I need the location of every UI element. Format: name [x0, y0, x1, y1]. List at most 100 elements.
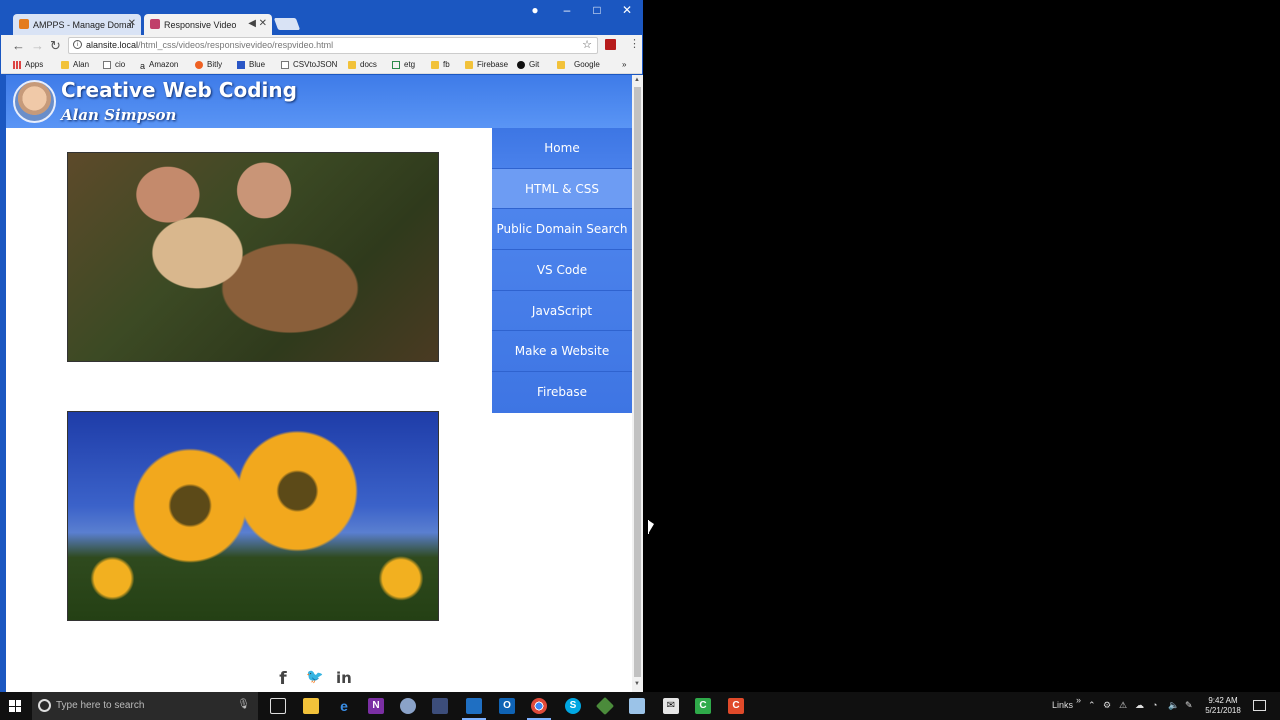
bookmark-apps[interactable]: Apps [13, 60, 43, 69]
bookmark-label: Amazon [149, 60, 179, 69]
mail-icon[interactable]: ✉ [663, 698, 679, 714]
bookmark-amazon[interactable]: a Amazon [140, 60, 179, 71]
info-icon[interactable]: i [73, 40, 82, 49]
minimize-button[interactable]: – [552, 3, 582, 17]
clock-date: 5/21/2018 [1205, 706, 1241, 715]
new-tab-button[interactable] [273, 18, 301, 30]
tab-responsive-video[interactable]: Responsive Video ◀ ✕ [144, 14, 272, 35]
page-viewport: Creative Web Coding Alan Simpson Home HT… [6, 75, 632, 692]
pdf-extension-icon[interactable] [605, 39, 616, 50]
nav-make-a-website[interactable]: Make a Website [492, 331, 632, 373]
bookmark-bitly[interactable]: Bitly [195, 60, 222, 69]
scroll-down-icon[interactable]: ▼ [634, 681, 640, 687]
close-tab-icon[interactable]: ✕ [128, 18, 136, 29]
site-favicon-icon [150, 19, 160, 29]
close-window-button[interactable]: ✕ [612, 3, 642, 17]
folder-icon [431, 60, 439, 69]
tray-expand-icon[interactable]: ⌃ [1088, 700, 1096, 711]
app-green-icon[interactable] [595, 696, 615, 716]
camtasia-green-icon[interactable]: C [695, 698, 711, 714]
social-links: f 🐦 in [276, 669, 352, 689]
wifi-icon[interactable]: ◔ [1152, 700, 1157, 710]
bookmark-cio[interactable]: cio [103, 60, 125, 69]
bookmark-google[interactable]: Google [557, 60, 600, 69]
app-light-blue-icon[interactable] [629, 698, 645, 714]
bookmark-star-icon[interactable]: ☆ [582, 38, 592, 51]
site-subtitle: Alan Simpson [61, 106, 177, 124]
outlook-icon[interactable]: O [499, 698, 515, 714]
taskbar-search[interactable]: Type here to search 🎙 [32, 692, 258, 720]
onedrive-icon[interactable]: ☁ [1135, 700, 1144, 711]
skype-icon[interactable]: S [565, 698, 581, 714]
windows-start-icon[interactable] [9, 700, 21, 712]
links-toolbar[interactable]: Links [1052, 700, 1073, 710]
back-arrow-icon[interactable]: ← [12, 38, 25, 53]
tray-network-off-icon[interactable]: ⚠ [1119, 700, 1127, 711]
scroll-thumb[interactable] [634, 87, 641, 677]
chrome-icon[interactable] [527, 698, 551, 720]
site-header: Creative Web Coding Alan Simpson [6, 75, 632, 128]
menu-kebab-icon[interactable]: ⋮ [629, 37, 640, 50]
maximize-button[interactable]: □ [582, 3, 612, 17]
bookmark-label: Bitly [207, 60, 223, 69]
sunflowers-image [67, 411, 439, 621]
avatar [13, 80, 56, 123]
edge-icon[interactable]: e [336, 698, 352, 714]
onenote-icon[interactable]: N [368, 698, 384, 714]
calculator-icon[interactable] [432, 698, 448, 714]
forward-arrow-icon[interactable]: → [31, 38, 44, 53]
close-tab-icon[interactable]: ✕ [259, 18, 267, 29]
apps-grid-icon [13, 60, 21, 69]
bookmark-csvtojson[interactable]: CSVtoJSON [281, 60, 337, 69]
bookmark-fb[interactable]: fb [431, 60, 450, 69]
nav-vs-code[interactable]: VS Code [492, 250, 632, 291]
bookmark-blue[interactable]: Blue [237, 60, 265, 69]
fawn-image [67, 152, 439, 362]
bookmark-label: fb [443, 60, 450, 69]
site-nav: Home HTML & CSS Public Domain Search VS … [492, 128, 632, 413]
profile-icon[interactable]: ● [520, 3, 550, 17]
site-title[interactable]: Creative Web Coding [61, 78, 297, 102]
twitter-icon[interactable]: 🐦 [306, 669, 323, 689]
bookmark-etg[interactable]: etg [392, 60, 415, 69]
links-overflow-icon[interactable]: » [1076, 695, 1081, 705]
task-view-icon[interactable] [270, 698, 286, 714]
bitly-icon [195, 60, 203, 69]
etg-icon [392, 60, 400, 69]
github-icon [517, 60, 525, 69]
bookmark-firebase[interactable]: Firebase [465, 60, 508, 69]
bookmark-git[interactable]: Git [517, 60, 539, 69]
page-scrollbar[interactable]: ▲ ▼ [632, 75, 643, 692]
nav-javascript[interactable]: JavaScript [492, 291, 632, 332]
file-explorer-icon[interactable] [303, 698, 319, 714]
scroll-up-icon[interactable]: ▲ [634, 77, 640, 83]
bookmarks-overflow-button[interactable]: » [622, 60, 626, 69]
reload-icon[interactable]: ↻ [50, 38, 61, 54]
camtasia-red-icon[interactable]: C [728, 698, 744, 714]
clock[interactable]: 9:42 AM 5/21/2018 [1200, 696, 1246, 716]
audio-icon[interactable]: ◀ [248, 18, 256, 29]
nav-public-domain-search[interactable]: Public Domain Search [492, 209, 632, 251]
linkedin-icon[interactable]: in [336, 669, 352, 689]
bookmark-label: CSVtoJSON [293, 60, 338, 69]
bookmark-label: Firebase [477, 60, 509, 69]
notifications-icon[interactable] [1253, 700, 1266, 711]
vscode-icon[interactable] [462, 698, 486, 720]
tab-ampps[interactable]: AMPPS - Manage Domai ✕ [13, 14, 141, 35]
bookmark-label: Google [574, 60, 600, 69]
tray-app-icon[interactable]: ⚙ [1103, 700, 1111, 711]
address-bar[interactable]: i alansite.local/html_css/videos/respons… [68, 37, 598, 54]
nav-firebase[interactable]: Firebase [492, 372, 632, 413]
microphone-icon[interactable]: 🎙 [237, 699, 250, 710]
facebook-icon[interactable]: f [276, 669, 290, 689]
folder-icon [465, 60, 473, 69]
url-host: alansite.local [86, 40, 139, 50]
nav-html-css[interactable]: HTML & CSS [492, 168, 632, 210]
pen-icon[interactable]: ✎ [1185, 700, 1193, 711]
bookmark-alan[interactable]: Alan [61, 60, 89, 69]
volume-icon[interactable]: 🔈 [1168, 700, 1179, 711]
cortana-icon [38, 699, 51, 712]
bookmark-docs[interactable]: docs [348, 60, 377, 69]
app-icon[interactable] [400, 698, 416, 714]
nav-home[interactable]: Home [492, 128, 632, 169]
